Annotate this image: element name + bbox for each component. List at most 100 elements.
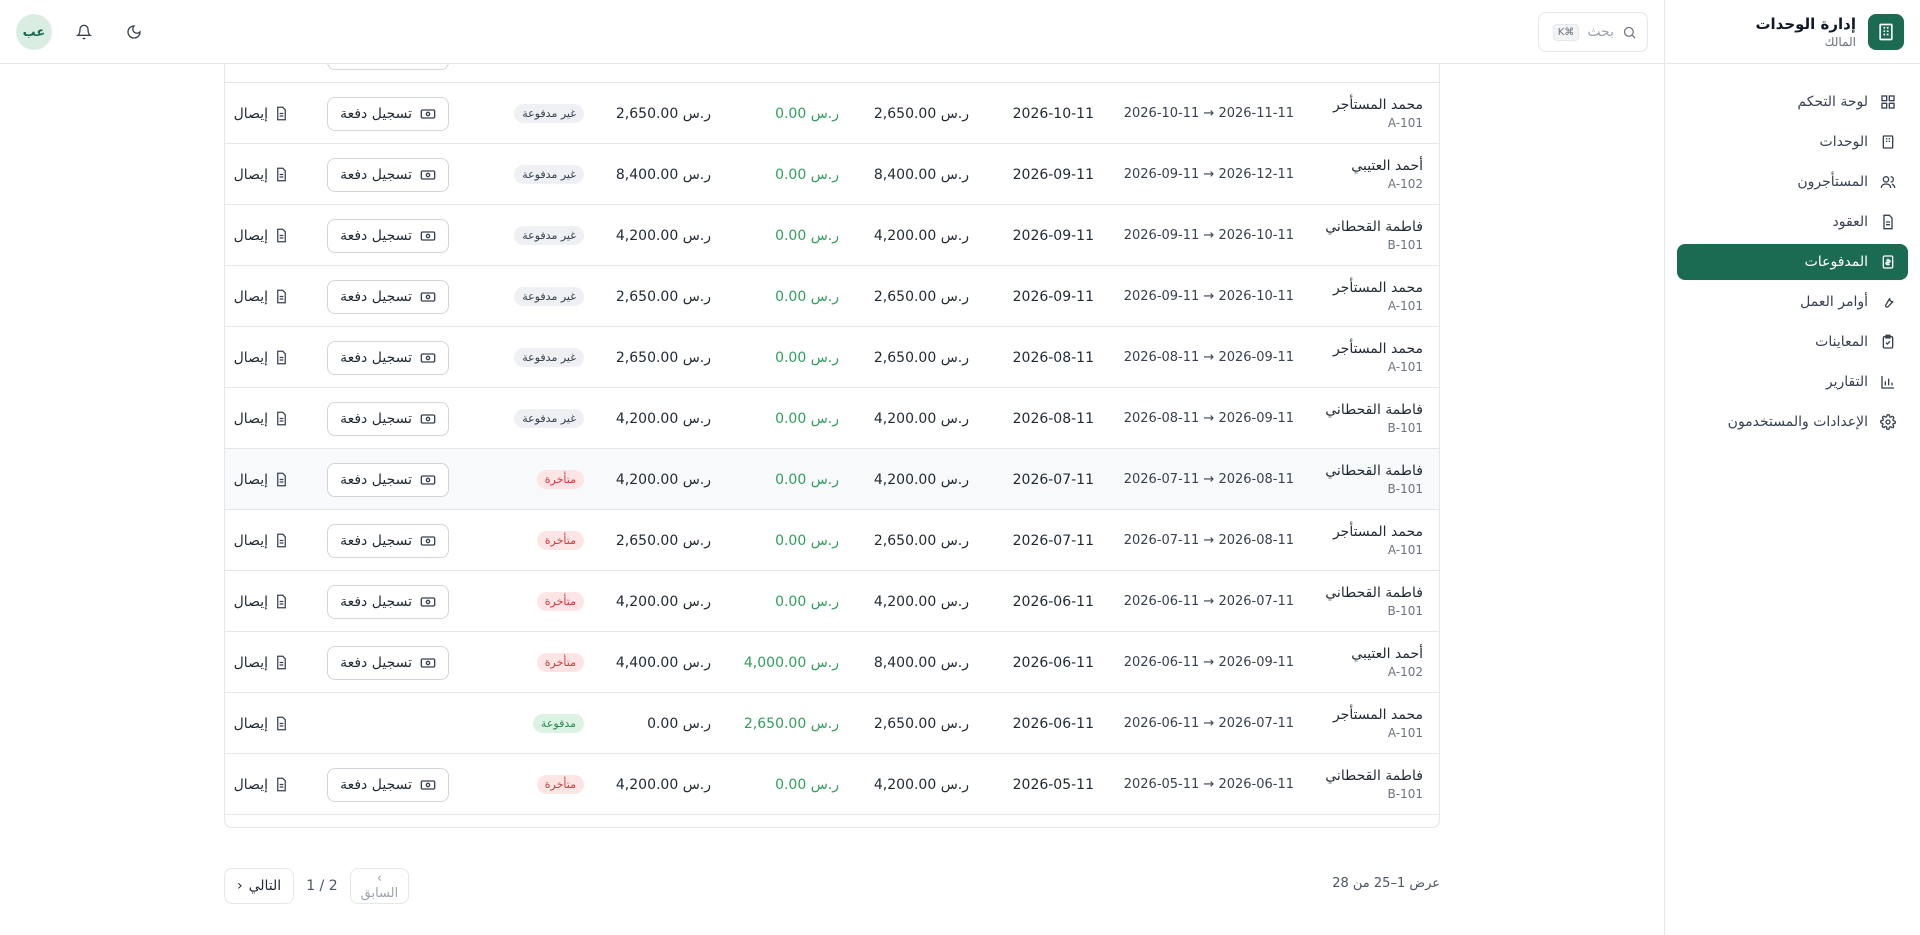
- paid-cell: 0.00 ر.س: [775, 410, 839, 427]
- balance-cell: 4,200.00 ر.س: [615, 471, 711, 488]
- status-badge: متأخرة: [536, 775, 584, 794]
- receipt-link[interactable]: إيصال: [234, 510, 289, 571]
- record-payment-button[interactable]: تسجيل دفعة: [327, 96, 449, 131]
- tenant-cell: فاطمة القحطاني B-101: [1325, 571, 1423, 632]
- theme-toggle-button[interactable]: [116, 14, 152, 50]
- table-row: فاطمة القحطاني B-101 2026-09-11 → 2026-10-…: [225, 205, 1439, 266]
- sidebar-item-0[interactable]: لوحة التحكم: [1677, 84, 1908, 120]
- record-payment-button[interactable]: تسجيل دفعة: [327, 340, 449, 375]
- receipt-link[interactable]: إيصال: [234, 754, 289, 815]
- paid-cell: 0.00 ر.س: [775, 349, 839, 366]
- status-cell: مدفوعة: [532, 693, 584, 754]
- tenant-cell: محمد المستأجر A-101: [1333, 693, 1423, 754]
- cash-icon: [420, 291, 436, 302]
- sidebar-item-label: أوامر العمل: [1800, 294, 1868, 310]
- balance-cell: 4,200.00 ر.س: [615, 776, 711, 793]
- sidebar-item-7[interactable]: التقارير: [1677, 364, 1908, 400]
- avatar[interactable]: عب: [16, 14, 52, 50]
- prev-page-button[interactable]: ‹ السابق: [349, 868, 410, 904]
- period-cell: 2026-08-11 → 2026-09-11: [1123, 411, 1294, 426]
- file-icon: [277, 167, 286, 182]
- table-row: محمد المستأجر A-101 2026-06-11 → 2026-07-1…: [225, 693, 1439, 754]
- receipt-link[interactable]: إيصال: [234, 693, 289, 754]
- file-icon: [277, 533, 286, 548]
- next-page-button[interactable]: › التالي: [224, 868, 295, 904]
- sidebar-item-2[interactable]: المستأجرون: [1677, 164, 1908, 200]
- sidebar-item-5[interactable]: أوامر العمل: [1677, 284, 1908, 320]
- sidebar-nav: لوحة التحكم الوحدات المستأجرون العقود المدفو…: [1665, 64, 1920, 464]
- amount-cell: 2,650.00 ر.س: [873, 288, 969, 305]
- due-date-cell: 2026-09-11: [1012, 288, 1094, 305]
- status-cell: غير مدفوعة: [514, 327, 584, 388]
- status-badge: غير مدفوعة: [514, 165, 584, 184]
- topbar: بحث K⌘ عب: [0, 0, 1664, 64]
- cash-icon: [420, 169, 436, 180]
- tenant-name: محمد المستأجر: [1332, 341, 1423, 357]
- receipt-link[interactable]: إيصال: [234, 571, 289, 632]
- search-input[interactable]: بحث K⌘: [1538, 12, 1648, 52]
- record-payment-button[interactable]: تسجيل دفعة: [327, 767, 449, 802]
- file-icon: [277, 106, 286, 121]
- status-badge: غير مدفوعة: [514, 226, 584, 245]
- tenant-cell: أحمد العتيبي A-102: [1351, 632, 1423, 693]
- notifications-button[interactable]: [66, 14, 102, 50]
- action-cell: تسجيل دفعة: [327, 571, 449, 632]
- record-payment-label: تسجيل دفعة: [340, 166, 412, 183]
- period-cell: 2026-09-11 → 2026-10-11: [1123, 228, 1294, 243]
- table-row: محمد المستأجر A-101 2026-10-11 → 2026-11-1…: [225, 83, 1439, 144]
- paid-cell: 0.00 ر.س: [775, 288, 839, 305]
- sidebar-item-label: الإعدادات والمستخدمون: [1727, 414, 1868, 430]
- record-payment-button[interactable]: تسجيل دفعة: [327, 645, 449, 680]
- results-count: عرض 1–25 من 28: [1332, 876, 1440, 891]
- period-cell: 2026-10-11 → 2026-11-11: [1123, 106, 1294, 121]
- record-payment-button[interactable]: تسجيل دفعة: [327, 462, 449, 497]
- amount-cell: 4,200.00 ر.س: [873, 593, 969, 610]
- tenant-cell: محمد المستأجر A-101: [1333, 510, 1423, 571]
- sidebar-item-8[interactable]: الإعدادات والمستخدمون: [1677, 404, 1908, 440]
- receipt-link[interactable]: إيصال: [234, 449, 289, 510]
- record-payment-button[interactable]: تسجيل دفعة: [327, 523, 449, 558]
- tenant-name: أحمد العتيبي: [1351, 158, 1423, 174]
- record-payment-button[interactable]: تسجيل دفعة: [327, 157, 449, 192]
- receipt-link[interactable]: إيصال: [234, 327, 289, 388]
- unit-code: A-101: [1387, 116, 1423, 130]
- sidebar-item-label: المدفوعات: [1804, 254, 1868, 270]
- record-payment-button[interactable]: تسجيل دفعة: [327, 584, 449, 619]
- receipt-link[interactable]: إيصال: [234, 388, 289, 449]
- tenant-cell: فاطمة القحطاني B-101: [1325, 754, 1423, 815]
- tenant-name: أحمد العتيبي: [1351, 646, 1423, 662]
- amount-cell: 4,200.00 ر.س: [873, 410, 969, 427]
- receipt-icon: [1880, 254, 1896, 270]
- status-cell: متأخرة: [536, 632, 584, 693]
- tenant-cell: فاطمة القحطاني B-101: [1325, 449, 1423, 510]
- sidebar-item-4[interactable]: المدفوعات: [1677, 244, 1908, 280]
- record-payment-label: تسجيل دفعة: [340, 471, 412, 488]
- record-payment-button[interactable]: تسجيل دفعة: [327, 401, 449, 436]
- sidebar-item-6[interactable]: المعاينات: [1677, 324, 1908, 360]
- table-row: فاطمة القحطاني B-101 2026-06-11 → 2026-07-…: [225, 571, 1439, 632]
- receipt-link[interactable]: إيصال: [234, 632, 289, 693]
- amount-cell: 2,650.00 ر.س: [873, 715, 969, 732]
- due-date-cell: 2026-06-11: [1012, 593, 1094, 610]
- cash-icon: [420, 535, 436, 546]
- action-cell: تسجيل دفعة: [327, 510, 449, 571]
- dashboard-icon: [1880, 94, 1896, 110]
- record-payment-label: تسجيل دفعة: [340, 654, 412, 671]
- sidebar-item-3[interactable]: العقود: [1677, 204, 1908, 240]
- sidebar-item-1[interactable]: الوحدات: [1677, 124, 1908, 160]
- bar-chart-icon: [1880, 374, 1896, 390]
- record-payment-button[interactable]: تسجيل دفعة: [327, 218, 449, 253]
- receipt-link[interactable]: إيصال: [234, 266, 289, 327]
- status-badge: غير مدفوعة: [514, 104, 584, 123]
- status-badge: غير مدفوعة: [514, 348, 584, 367]
- action-cell: تسجيل دفعة: [327, 205, 449, 266]
- due-date-cell: 2026-06-11: [1012, 715, 1094, 732]
- paid-cell: 2,650.00 ر.س: [743, 715, 839, 732]
- receipt-link[interactable]: إيصال: [234, 83, 289, 144]
- moon-icon: [127, 25, 141, 39]
- receipt-link[interactable]: إيصال: [234, 205, 289, 266]
- record-payment-button[interactable]: تسجيل دفعة: [327, 279, 449, 314]
- status-cell: غير مدفوعة: [514, 83, 584, 144]
- cash-icon: [420, 596, 436, 607]
- receipt-link[interactable]: إيصال: [234, 144, 289, 205]
